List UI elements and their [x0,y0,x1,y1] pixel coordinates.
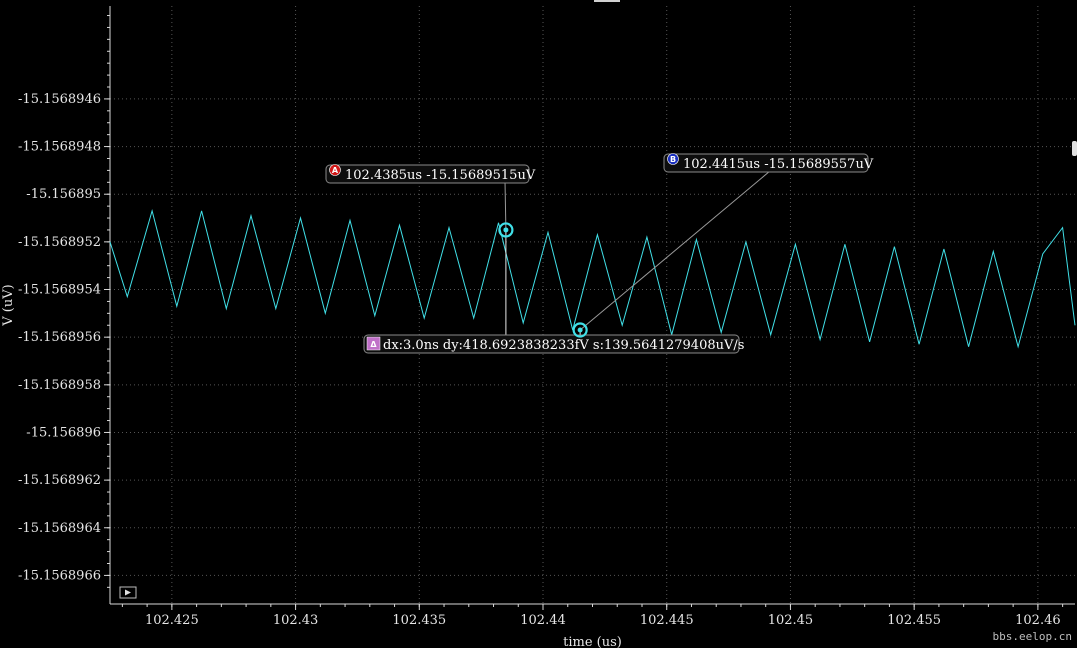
y-tick-label: -15.1568956 [18,330,101,345]
y-tick-label: -15.1568952 [18,235,101,250]
x-tick-label: 102.425 [145,613,199,628]
chart-background [0,0,1077,648]
x-tick-label: 102.455 [887,613,941,628]
cursor-a-label-badge-letter: A [332,166,339,175]
cursor-b-label-text: 102.4415us -15.15689557uV [683,157,874,172]
delta-label-text: dx:3.0ns dy:418.6923838233fV s:139.56412… [383,338,744,353]
y-tick-label: -15.156896 [26,425,101,440]
delta-label[interactable]: Δdx:3.0ns dy:418.6923838233fV s:139.5641… [363,334,744,354]
delta-label-badge-letter: Δ [370,340,377,349]
y-tick-label: -15.1568954 [18,283,101,298]
cursor-b-label[interactable]: B 102.4415us -15.15689557uV [663,153,874,173]
x-tick-label: 102.46 [1015,613,1061,628]
cursor-a-label[interactable]: A 102.4385us -15.15689515uV [325,164,536,184]
y-tick-label: -15.156895 [26,187,101,202]
y-tick-label: -15.1568946 [18,92,101,107]
x-axis-label: time (us) [563,635,622,648]
watermark: bbs.eelop.cn [993,630,1072,643]
x-tick-label: 102.445 [640,613,694,628]
cursor-b-label-badge-letter: B [670,155,676,164]
x-tick-label: 102.45 [768,613,814,628]
x-tick-label: 102.43 [273,613,319,628]
y-tick-label: -15.1568958 [18,378,101,393]
top-scroll-handle[interactable] [594,0,620,2]
y-axis-label: V (uV) [1,284,16,326]
y-tick-label: -15.1568948 [18,140,101,155]
cursor-a-ring-dot [503,227,509,233]
x-tick-label: 102.44 [520,613,566,628]
y-tick-label: -15.1568964 [18,521,101,536]
side-scroll-handle[interactable] [1072,141,1077,156]
x-tick-label: 102.435 [392,613,446,628]
y-tick-label: -15.1568966 [18,568,101,583]
cursor-b-ring-dot [577,327,583,333]
y-tick-label: -15.1568962 [18,473,101,488]
cursor-a-label-text: 102.4385us -15.15689515uV [345,168,536,183]
waveform-chart[interactable]: 102.425 102.43 102.435 102.44 102.445 102.45 1… [0,0,1077,648]
